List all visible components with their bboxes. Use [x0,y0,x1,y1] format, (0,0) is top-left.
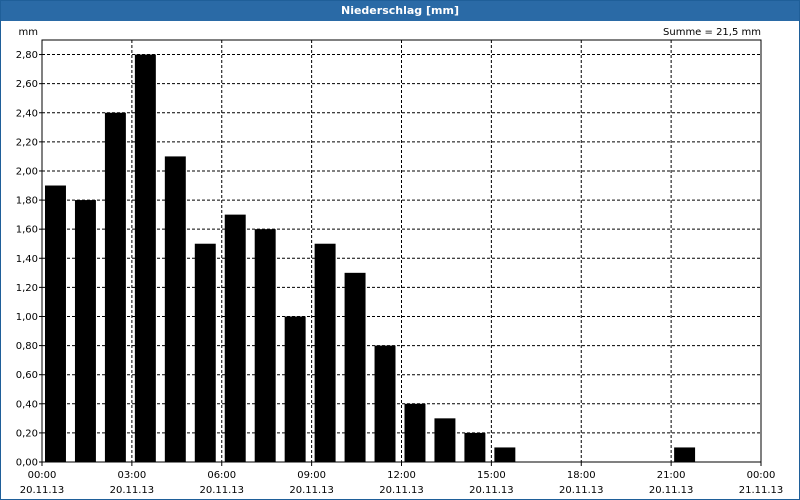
bar-06 [224,214,246,462]
y-axis-unit: mm [19,27,38,38]
y-tick-label: 1,00 [16,312,38,323]
x-tick-date-label: 21.11.13 [739,485,784,496]
chart-window: Niederschlag [mm] 0,00 0,20 0,40 0,60 0,80 1,… [0,0,800,500]
sum-annotation: Summe = 21,5 mm [663,27,761,38]
x-tick-time-label: 00:00 [747,470,776,481]
y-tick-label: 1,40 [16,254,38,265]
x-tick-time-label: 06:00 [207,470,236,481]
x-tick-date-label: 20.11.13 [649,485,694,496]
bar-08 [284,316,306,462]
y-tick-label: 0,80 [16,341,38,352]
x-tick-time-label: 03:00 [117,470,146,481]
y-tick-label: 2,20 [16,137,38,148]
precipitation-chart: 0,00 0,20 0,40 0,60 0,80 1,00 1,20 1,40 1,60 1,80… [16,27,784,496]
x-tick-date-label: 20.11.13 [199,485,244,496]
y-tick-label: 0,40 [16,399,38,410]
x-tick-date-label: 20.11.13 [379,485,424,496]
y-tick-label: 2,60 [16,79,38,90]
bar-21 [674,447,696,462]
bar-11 [374,345,396,462]
bar-15 [494,447,516,462]
x-tick-time-label: 00:00 [28,470,57,481]
bar-10 [344,272,366,462]
bar-02 [104,112,126,463]
x-tick-date-label: 20.11.13 [469,485,514,496]
bar-03 [134,54,156,462]
x-tick-date-label: 20.11.13 [110,485,155,496]
y-tick-label: 1,60 [16,225,38,236]
y-tick-label: 1,80 [16,196,38,207]
x-tick-time-label: 18:00 [567,470,596,481]
x-tick-date-label: 20.11.13 [289,485,334,496]
x-tick-time-label: 15:00 [477,470,506,481]
bar-01 [74,200,96,462]
window-title: Niederschlag [mm] [1,1,799,21]
x-tick-time-label: 12:00 [387,470,416,481]
bar-13 [434,418,456,462]
y-tick-label: 0,60 [16,370,38,381]
y-tick-label: 0,00 [16,458,38,469]
x-tick-time-label: 21:00 [657,470,686,481]
y-tick-label: 2,80 [16,50,38,61]
x-tick-date-label: 20.11.13 [20,485,65,496]
bar-00 [45,185,66,462]
y-tick-label: 2,00 [16,166,38,177]
bar-12 [404,403,426,462]
y-tick-label: 2,40 [16,108,38,119]
x-tick-date-label: 20.11.13 [559,485,604,496]
bar-14 [464,432,486,462]
y-tick-label: 1,20 [16,283,38,294]
x-tick-time-label: 09:00 [297,470,326,481]
bar-09 [314,243,336,462]
bar-05 [194,243,216,462]
bar-07 [254,229,276,462]
bar-04 [164,156,186,462]
y-tick-label: 0,20 [16,428,38,439]
